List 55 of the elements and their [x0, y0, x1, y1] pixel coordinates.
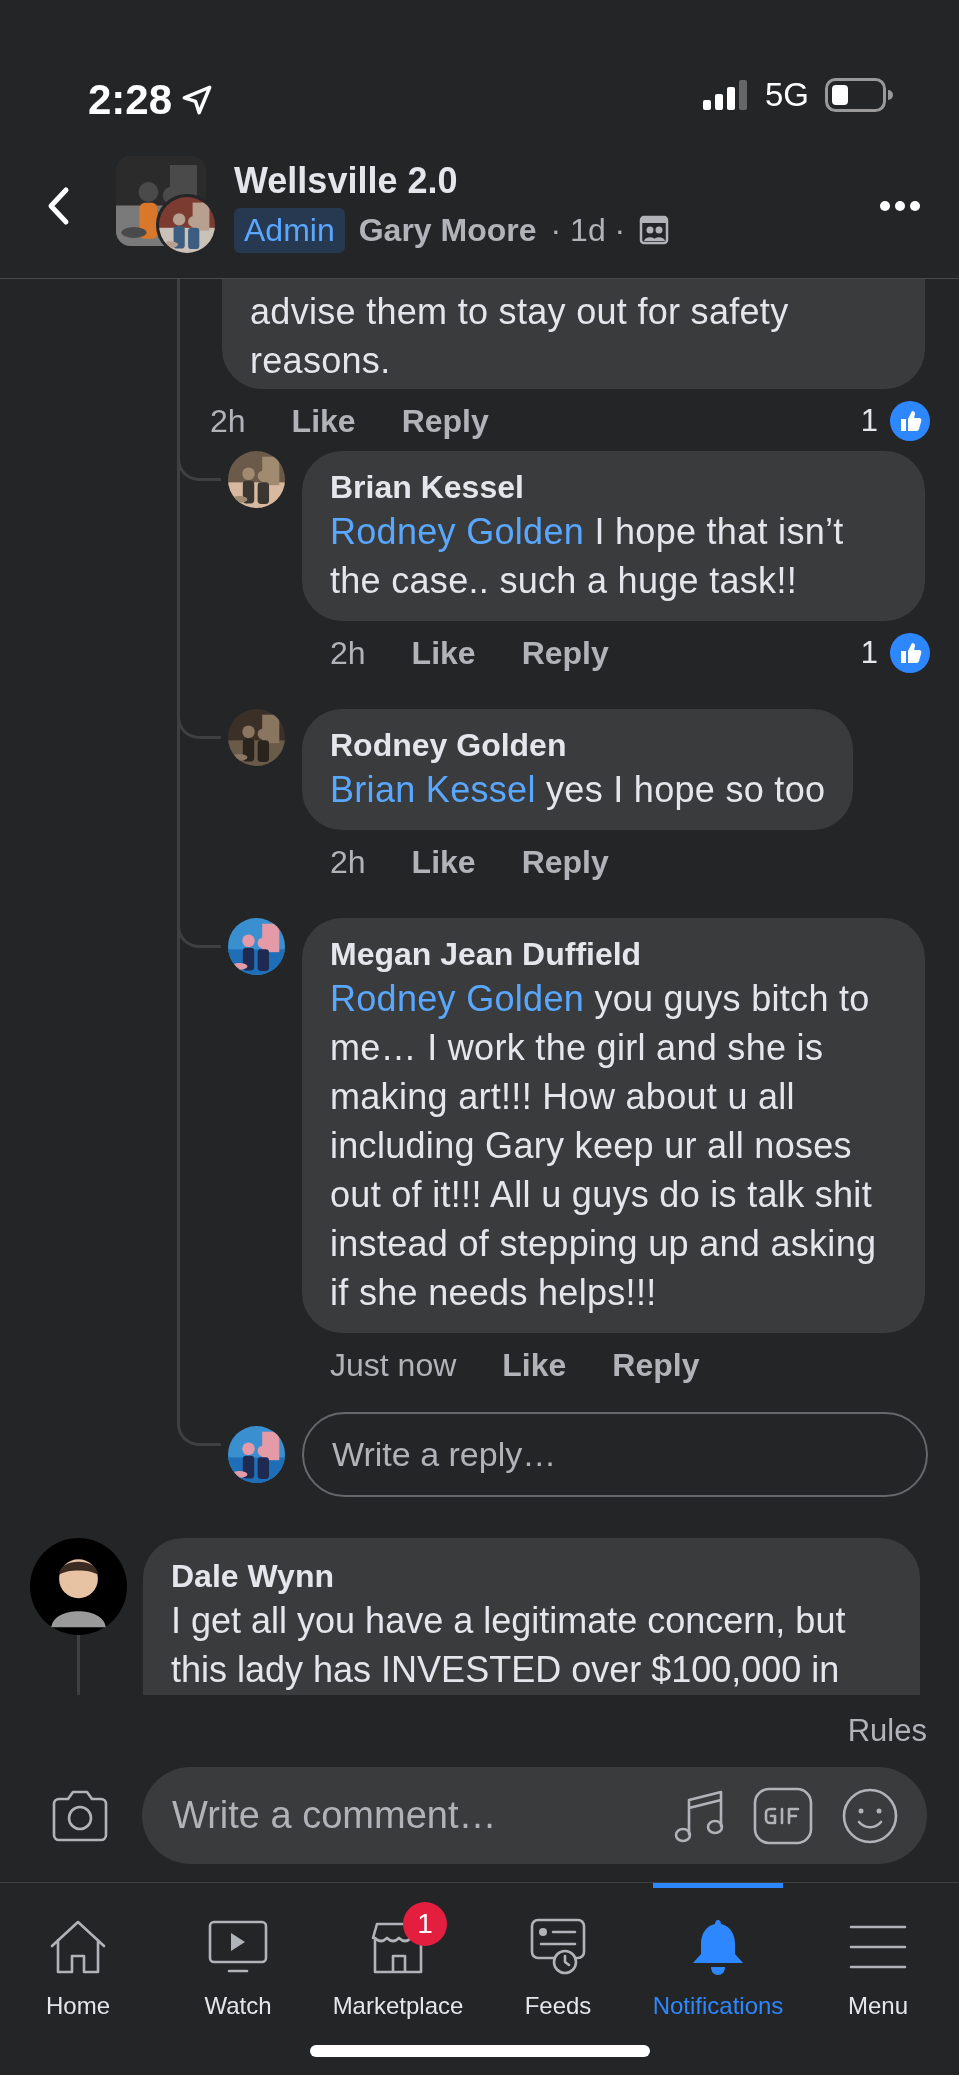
reply-link[interactable]: Reply	[521, 843, 609, 881]
gif-icon[interactable]	[753, 1786, 813, 1845]
rules-link[interactable]: Rules	[847, 1713, 927, 1749]
commenter-name[interactable]: Rodney Golden	[330, 725, 826, 765]
network-label: 5G	[764, 76, 809, 114]
comment-text: advise them to stay out for safety reasons.	[250, 290, 790, 383]
more-icon[interactable]	[879, 200, 921, 212]
comment-field[interactable]: Write a comment…	[142, 1767, 927, 1864]
comment-text: I get all you have a legitimate concern, but this lady has INVESTED over $100,000 in	[171, 1599, 847, 1692]
feeds-icon	[529, 1917, 587, 1977]
like-link[interactable]: Like	[411, 634, 476, 672]
battery-icon	[825, 78, 893, 112]
mention-link[interactable]: Rodney Golden	[330, 511, 585, 552]
reply-link[interactable]: Reply	[401, 402, 489, 440]
reaction-count[interactable]: 1	[860, 403, 878, 439]
clock-time: 2:28	[88, 76, 173, 124]
comment-text: Brian Kessel yes I hope so too	[330, 768, 826, 812]
nav-tab[interactable]: Menu	[798, 1883, 958, 2023]
back-icon[interactable]	[46, 186, 70, 226]
author-name[interactable]: Gary Moore	[358, 211, 537, 249]
video-icon	[207, 1919, 269, 1975]
comment-text: Rodney Golden you guys bitch to me… I work the girl and she is making art!!! How about u all including Gary keep ur all noses out of it!!! All u guys do is talk shit instead of stepping up and asking if she needs helps!!!	[330, 977, 878, 1315]
nav-tab[interactable]: Home	[0, 1883, 158, 2023]
emoji-icon[interactable]	[841, 1786, 899, 1845]
comment-time: Just now	[330, 1346, 457, 1384]
comment-time: 2h	[330, 843, 366, 881]
mention-link[interactable]: Brian Kessel	[330, 769, 536, 810]
like-link[interactable]: Like	[502, 1346, 567, 1384]
comment-text: Rodney Golden I hope that isn’t the case.. such a huge task!!	[330, 510, 845, 603]
group-title[interactable]: Wellsville 2.0	[234, 159, 670, 202]
nav-tab[interactable]: Watch	[158, 1883, 318, 2023]
nav-tab[interactable]: Notifications	[638, 1883, 798, 2023]
post-meta: · 1d ·	[550, 211, 626, 249]
signal-icon	[702, 80, 749, 110]
commenter-name[interactable]: Megan Jean Duffield	[330, 934, 897, 974]
nav-tab[interactable]: 1 Marketplace	[318, 1883, 478, 2023]
comment-time: 2h	[330, 634, 366, 672]
nav-tab[interactable]: Feeds	[478, 1883, 638, 2023]
reaction-count[interactable]: 1	[860, 635, 878, 671]
menu-icon	[849, 1923, 907, 1971]
notification-badge: 1	[403, 1902, 447, 1946]
home-icon	[48, 1918, 108, 1976]
commenter-name[interactable]: Dale Wynn	[171, 1556, 892, 1596]
reply-field[interactable]: Write a reply…	[302, 1412, 928, 1497]
commenter-name[interactable]: Brian Kessel	[330, 467, 897, 507]
reply-link[interactable]: Reply	[612, 1346, 700, 1384]
like-link[interactable]: Like	[291, 402, 356, 440]
like-icon	[890, 633, 930, 673]
like-icon	[890, 401, 930, 441]
like-link[interactable]: Like	[411, 843, 476, 881]
group-icon	[639, 215, 670, 245]
admin-badge: Admin	[234, 207, 345, 253]
reply-link[interactable]: Reply	[521, 634, 609, 672]
comment-time: 2h	[210, 402, 246, 440]
mention-link[interactable]: Rodney Golden	[330, 978, 585, 1019]
